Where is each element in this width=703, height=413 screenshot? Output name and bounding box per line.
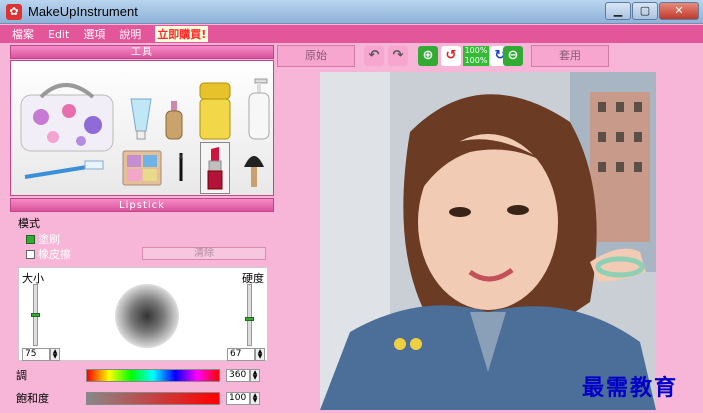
saturation-spinner[interactable]: 100 ▲ ▼ (226, 391, 260, 405)
size-spin-arrows[interactable]: ▲ ▼ (50, 348, 60, 361)
photo-canvas[interactable] (320, 72, 656, 410)
title-bar: ✿ MakeUpInstrument ▁ ▢ ✕ (0, 0, 703, 24)
mode-label: 模式 (18, 217, 40, 230)
lipstick-settings: 模式 塗刷 橡皮擦 清除 大小 硬度 75 ▲ ▼ 67 ▲ ▼ 調 360 ▲ ▼ (10, 212, 274, 410)
close-button[interactable]: ✕ (659, 2, 699, 20)
saturation-slider[interactable] (86, 391, 220, 405)
hardness-spin-arrows[interactable]: ▲ ▼ (255, 348, 265, 361)
saturation-row: 飽和度 100 ▲ ▼ (16, 390, 260, 406)
toothbrush-tool[interactable] (23, 159, 105, 181)
saturation-spin-arrows[interactable]: ▲ ▼ (250, 391, 260, 405)
lipstick-icon (207, 147, 223, 190)
hue-row: 調 360 ▲ ▼ (16, 367, 260, 383)
makeup-bag-tool[interactable] (15, 73, 117, 157)
brush-preview (115, 284, 179, 348)
brush-mode-option[interactable]: 塗刷 (26, 231, 60, 247)
hardness-slider[interactable] (245, 284, 254, 346)
brush-radio[interactable] (26, 234, 35, 244)
maximize-button[interactable]: ▢ (632, 2, 658, 20)
rotate-left-icon[interactable]: ↺ (441, 46, 461, 66)
eraser-mode-option[interactable]: 橡皮擦 (26, 246, 71, 262)
zoom-level-bottom: 100% (464, 56, 488, 65)
menu-help[interactable]: 說明 (119, 26, 141, 42)
app-icon: ✿ (6, 4, 22, 20)
hue-value[interactable]: 360 (226, 368, 250, 382)
foundation-tube-tool[interactable] (129, 97, 153, 141)
portrait-photo (320, 72, 656, 410)
hardness-label: 硬度 (242, 272, 264, 285)
brush-icon (244, 156, 264, 187)
hue-spinner[interactable]: 360 ▲ ▼ (226, 368, 260, 382)
hue-slider[interactable] (86, 368, 220, 382)
saturation-value[interactable]: 100 (226, 391, 250, 405)
eraser-radio[interactable] (26, 249, 35, 259)
window-title: MakeUpInstrument (28, 4, 138, 19)
eyeliner-tool[interactable] (175, 151, 187, 185)
cream-jar-tool[interactable] (197, 79, 233, 141)
brush-mode-label: 塗刷 (38, 233, 60, 246)
hardness-value[interactable]: 67 (227, 348, 255, 361)
original-button[interactable]: 原始 (277, 45, 355, 67)
eraser-mode-label: 橡皮擦 (38, 248, 71, 261)
undo-icon[interactable]: ↶ (364, 46, 384, 66)
zoom-in-icon[interactable]: ⊕ (418, 46, 438, 66)
lotion-tool[interactable] (245, 77, 273, 141)
zoom-level: 100% 100% (463, 46, 489, 66)
eyeshadow-palette-tool[interactable] (121, 149, 163, 187)
hue-spin-arrows[interactable]: ▲ ▼ (250, 368, 260, 382)
makeup-bag-icon (20, 83, 114, 152)
hardness-slider-knob[interactable] (245, 317, 254, 321)
lipstick-panel-title: Lipstick (10, 198, 274, 212)
eyeliner-icon (179, 153, 183, 181)
powder-brush-tool[interactable] (241, 149, 267, 189)
menu-file[interactable]: 檔案 (12, 26, 34, 42)
apply-button[interactable]: 套用 (531, 45, 609, 67)
menu-edit[interactable]: Edit (48, 28, 69, 41)
palette-icon (122, 150, 162, 186)
clear-button[interactable]: 清除 (142, 247, 266, 260)
zoom-level-top: 100% (464, 46, 488, 55)
size-spinner[interactable]: 75 ▲ ▼ (22, 348, 60, 361)
size-slider[interactable] (31, 284, 40, 346)
size-value[interactable]: 75 (22, 348, 50, 361)
tools-area (10, 60, 274, 196)
perfume-icon (165, 101, 183, 140)
watermark-text: 最需教育 (582, 375, 679, 401)
hue-label: 調 (16, 369, 27, 382)
minimize-button[interactable]: ▁ (605, 2, 631, 20)
menu-options[interactable]: 選項 (83, 26, 105, 42)
lipstick-tool[interactable] (200, 142, 230, 194)
size-slider-knob[interactable] (31, 313, 40, 317)
redo-icon[interactable]: ↷ (388, 46, 408, 66)
saturation-label: 飽和度 (16, 392, 49, 405)
menu-bar: 檔案 Edit 選項 說明 立即購買! (0, 25, 703, 43)
lotion-icon (248, 78, 270, 140)
window-controls: ▁ ▢ ✕ (605, 2, 699, 20)
zoom-out-icon[interactable]: ⊖ (503, 46, 523, 66)
hardness-spinner[interactable]: 67 ▲ ▼ (227, 348, 265, 361)
perfume-tool[interactable] (163, 99, 185, 141)
menu-buy-now[interactable]: 立即購買! (155, 26, 209, 42)
jar-icon (199, 82, 231, 140)
toothbrush-icon (24, 160, 104, 179)
brush-settings-box: 大小 硬度 75 ▲ ▼ 67 ▲ ▼ (18, 267, 268, 361)
tools-panel-title: 工具 (10, 45, 274, 59)
tube-icon (130, 98, 152, 140)
